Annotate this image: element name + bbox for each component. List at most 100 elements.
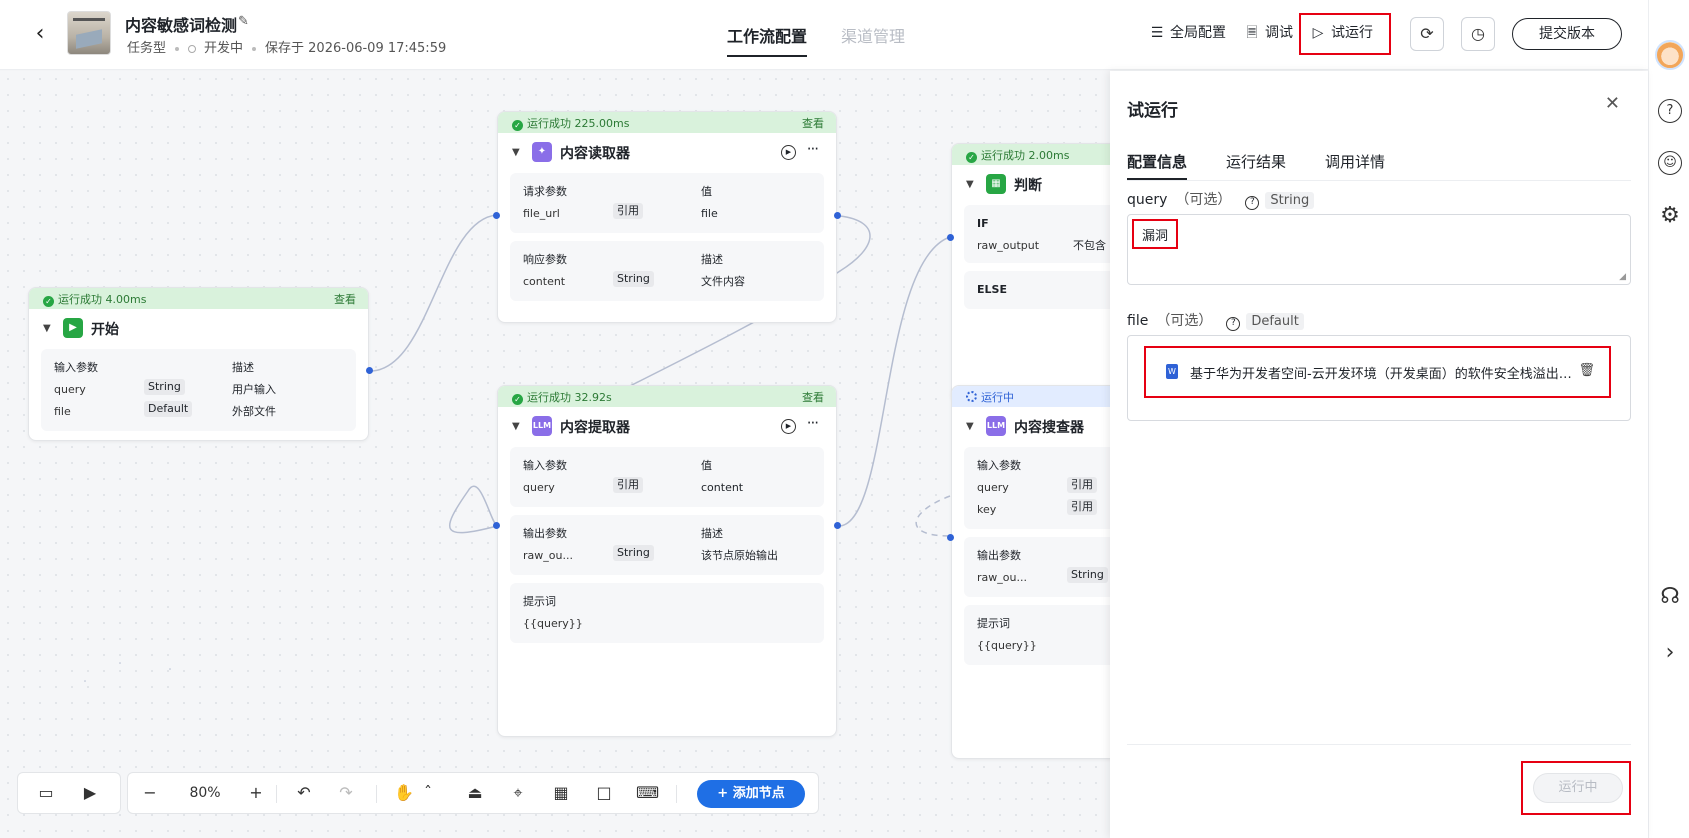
tab-config-info[interactable]: 配置信息 bbox=[1127, 151, 1188, 180]
node-start[interactable]: ✓ 运行成功 4.00ms 查看 ▼ ▶ 开始 输入参数 描述 query String… bbox=[28, 287, 369, 441]
keyboard-icon[interactable]: ⌨ bbox=[636, 783, 659, 803]
llm-icon: LLM bbox=[986, 416, 1006, 436]
zoom-level[interactable]: 80% bbox=[180, 783, 230, 803]
smiley-icon[interactable]: ☺ bbox=[1658, 151, 1682, 175]
align-icon[interactable]: ⏏ bbox=[465, 783, 485, 803]
undo-icon[interactable]: ↶ bbox=[294, 783, 314, 803]
chevron-right-icon[interactable]: › bbox=[1658, 640, 1682, 665]
node-status: ✓ 运行成功 32.92s 查看 bbox=[498, 386, 836, 407]
input-port[interactable] bbox=[493, 212, 500, 219]
minimap-icon[interactable]: ▭ bbox=[36, 783, 56, 803]
debug-button[interactable]: 🗏 调试 bbox=[1243, 22, 1293, 46]
request-params-section: 请求参数值 file_url 引用 file bbox=[510, 173, 824, 233]
trash-icon[interactable]: 🗑 bbox=[1578, 363, 1595, 378]
gear-icon[interactable]: ⚙ bbox=[1658, 203, 1682, 228]
resize-handle-icon[interactable]: ◢ bbox=[1619, 272, 1626, 282]
view-link[interactable]: 查看 bbox=[334, 291, 356, 307]
input-port[interactable] bbox=[493, 522, 500, 529]
grid-layout-icon[interactable]: ▦ bbox=[551, 783, 571, 803]
tab-workflow-config[interactable]: 工作流配置 bbox=[727, 23, 808, 57]
collapse-caret-icon[interactable]: ▼ bbox=[43, 323, 51, 334]
more-icon[interactable]: ··· bbox=[807, 140, 819, 158]
node-content-reader[interactable]: ✓ 运行成功 225.00ms 查看 ▼ ✦ 内容读取器 ▶ ··· 请求参数值 f… bbox=[497, 111, 837, 323]
edit-pencil-icon[interactable]: ✎ bbox=[238, 14, 249, 29]
run-node-icon[interactable]: ▶ bbox=[781, 145, 796, 160]
more-icon[interactable]: ··· bbox=[807, 414, 819, 432]
branch-icon: ▦ bbox=[986, 174, 1006, 194]
trial-run-panel: 试运行 ✕ 配置信息 运行结果 调用详情 query （可选）? String 漏洞… bbox=[1110, 71, 1648, 838]
save-time: 保存于 2026-06-09 17:45:59 bbox=[265, 41, 447, 56]
submit-version-button[interactable]: 提交版本 bbox=[1512, 18, 1622, 50]
zoom-in-icon[interactable]: + bbox=[246, 783, 266, 803]
check-circle-icon: ✓ bbox=[512, 394, 523, 405]
top-header: ‹ 内容敏感词检测 ✎ 任务型 开发中 保存于 2026-06-09 17:45:5… bbox=[0, 0, 1648, 70]
input-port[interactable] bbox=[947, 234, 954, 241]
run-node-icon[interactable]: ▶ bbox=[781, 419, 796, 434]
input-port[interactable] bbox=[947, 534, 954, 541]
add-node-button[interactable]: + 添加节点 bbox=[697, 780, 805, 808]
node-content-extractor[interactable]: ✓ 运行成功 32.92s 查看 ▼ LLM 内容提取器 ▶ ··· 输入参数值 q… bbox=[497, 385, 837, 737]
redo-icon[interactable]: ↷ bbox=[336, 783, 356, 803]
node-title: 内容读取器 bbox=[560, 146, 630, 162]
input-params-section: 输入参数值 query 引用 content bbox=[510, 447, 824, 507]
query-input[interactable]: 漏洞 ◢ bbox=[1127, 214, 1631, 285]
check-circle-icon: ✓ bbox=[512, 120, 523, 131]
prompt-section: 提示词 {{query}} bbox=[510, 583, 824, 643]
node-title: 内容提取器 bbox=[560, 420, 630, 436]
node-title: 内容搜查器 bbox=[1014, 420, 1084, 436]
app-type: 任务型 bbox=[127, 41, 167, 56]
tab-channel-management[interactable]: 渠道管理 bbox=[841, 23, 905, 47]
file-upload-box[interactable]: W 基于华为开发者空间-云开发环境（开发桌面）的软件安全栈溢出漏洞检测.docx… bbox=[1127, 335, 1631, 421]
input-params-section: 输入参数 描述 query String 用户输入 file Default 外部文件 bbox=[41, 349, 356, 431]
node-status: ✓ 运行成功 225.00ms 查看 bbox=[498, 112, 836, 133]
running-button[interactable]: 运行中 bbox=[1533, 773, 1623, 803]
query-label-row: query （可选）? String bbox=[1127, 189, 1315, 210]
node-status: ✓ 运行成功 4.00ms 查看 bbox=[29, 288, 368, 309]
right-sidebar: ? ☺ ⚙ ☊ › bbox=[1648, 0, 1689, 838]
history-icon: ◷ bbox=[1471, 24, 1485, 43]
headset-icon[interactable]: ☊ bbox=[1658, 584, 1682, 609]
app-status: 开发中 bbox=[204, 41, 244, 56]
close-icon[interactable]: ✕ bbox=[1605, 93, 1620, 114]
output-port[interactable] bbox=[834, 212, 841, 219]
collapse-caret-icon[interactable]: ▼ bbox=[966, 179, 974, 190]
zoom-out-icon[interactable]: − bbox=[140, 783, 160, 803]
tab-call-details[interactable]: 调用详情 bbox=[1325, 151, 1385, 172]
trial-run-button[interactable]: ▷ 试运行 bbox=[1309, 22, 1373, 42]
publish-status-button[interactable]: ⟳ bbox=[1410, 17, 1444, 51]
app-thumbnail bbox=[67, 11, 111, 55]
spinner-icon bbox=[966, 391, 977, 402]
help-icon[interactable]: ? bbox=[1226, 317, 1241, 331]
back-arrow-icon[interactable]: ‹ bbox=[28, 20, 52, 48]
output-port[interactable] bbox=[834, 522, 841, 529]
tab-run-result[interactable]: 运行结果 bbox=[1226, 151, 1286, 172]
panel-tabs: 配置信息 运行结果 调用详情 bbox=[1127, 151, 1631, 181]
avatar[interactable] bbox=[1655, 40, 1685, 70]
app-title: 内容敏感词检测 bbox=[125, 16, 238, 35]
help-icon[interactable]: ? bbox=[1245, 196, 1260, 210]
chevron-up-icon[interactable]: ˆ bbox=[418, 783, 438, 803]
panel-divider bbox=[1127, 744, 1631, 745]
history-button[interactable]: ◷ bbox=[1461, 17, 1495, 51]
running-highlight: 运行中 bbox=[1521, 761, 1631, 815]
hand-icon[interactable]: ✋ bbox=[394, 783, 414, 803]
view-link[interactable]: 查看 bbox=[802, 115, 824, 131]
file-item: W 基于华为开发者空间-云开发环境（开发桌面）的软件安全栈溢出漏洞检测.docx… bbox=[1144, 346, 1611, 398]
play-circle-icon: ▷ bbox=[1312, 25, 1324, 41]
query-value: 漏洞 bbox=[1132, 219, 1179, 249]
select-mode-icon[interactable]: ▶ bbox=[80, 783, 100, 803]
help-icon[interactable]: ? bbox=[1658, 99, 1682, 123]
response-params-section: 响应参数 描述 content String 文件内容 bbox=[510, 241, 824, 301]
collapse-caret-icon[interactable]: ▼ bbox=[966, 421, 974, 432]
locate-icon[interactable]: ⌖ bbox=[508, 783, 528, 803]
output-port[interactable] bbox=[366, 367, 373, 374]
workflow-canvas[interactable]: ✓ 运行成功 4.00ms 查看 ▼ ▶ 开始 输入参数 描述 query String… bbox=[0, 71, 1171, 838]
output-params-section: 输出参数 描述 raw_ou... String 该节点原始输出 bbox=[510, 515, 824, 575]
status-ring-icon bbox=[188, 44, 197, 53]
view-link[interactable]: 查看 bbox=[802, 389, 824, 405]
collapse-caret-icon[interactable]: ▼ bbox=[512, 421, 520, 432]
start-play-icon: ▶ bbox=[63, 318, 83, 338]
add-note-icon[interactable]: □ bbox=[594, 783, 614, 803]
global-config-button[interactable]: ☰ 全局配置 bbox=[1148, 22, 1226, 42]
collapse-caret-icon[interactable]: ▼ bbox=[512, 147, 520, 158]
